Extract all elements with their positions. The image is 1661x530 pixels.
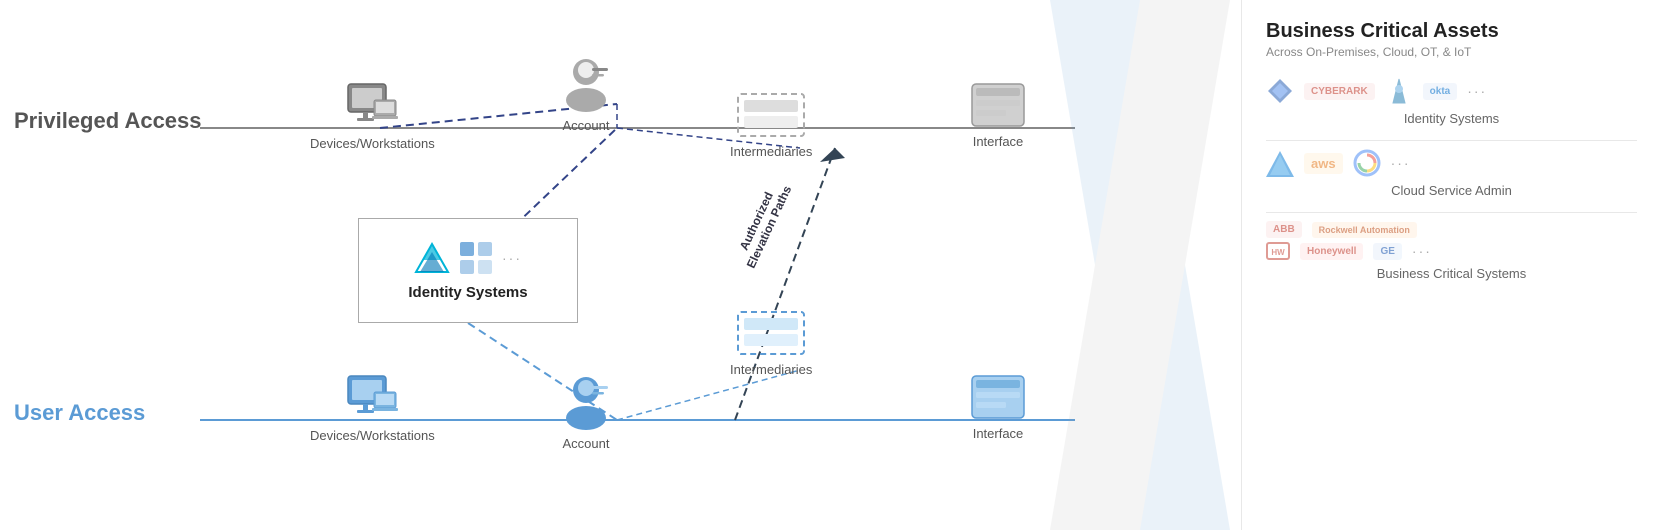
honeywell-logo: Honeywell — [1300, 243, 1363, 260]
priv-device-icon — [344, 82, 400, 130]
gcp-logo-icon — [1353, 149, 1381, 177]
panel-section-bcs: ABB Rockwell Automation HW Honeywell GE … — [1266, 221, 1637, 281]
divider-2 — [1266, 212, 1637, 213]
priv-device-node: Devices/Workstations — [310, 82, 435, 151]
cloud-logos-row: aws ··· — [1266, 149, 1637, 177]
rockwell-logo: Rockwell Automation — [1312, 222, 1417, 238]
user-access-label: User Access — [14, 400, 145, 426]
priv-device-label: Devices/Workstations — [310, 136, 435, 151]
user-interface-label: Interface — [973, 426, 1024, 441]
aws-logo: aws — [1304, 153, 1343, 174]
azure-logo-icon — [1266, 149, 1294, 177]
identity-more-dots: ··· — [502, 250, 522, 266]
bg-x-shape — [1050, 0, 1230, 530]
identity-systems-box: ··· Identity Systems — [358, 218, 578, 323]
bcs-logos-row-2: HW Honeywell GE ··· — [1266, 242, 1637, 260]
diagram-svg — [0, 0, 1230, 530]
panel-section-cloud: aws ··· Cloud Service Admin — [1266, 149, 1637, 198]
identity-grid-icon — [458, 240, 494, 276]
honeywell-logo-icon: HW — [1266, 242, 1290, 260]
priv-interface-label: Interface — [973, 134, 1024, 149]
priv-intermediaries-label: Intermediaries — [730, 144, 812, 159]
okta-logo: okta — [1423, 83, 1458, 100]
identity-section-title: Identity Systems — [1266, 111, 1637, 126]
user-intermediaries-node: Intermediaries — [730, 310, 812, 377]
user-account-icon — [560, 374, 612, 430]
identity-box-icons: ··· — [414, 240, 522, 276]
diagram-area: Privileged Access User Access — [0, 0, 1230, 530]
panel-subtitle: Across On-Premises, Cloud, OT, & IoT — [1266, 45, 1637, 59]
user-device-node: Devices/Workstations — [310, 374, 435, 443]
sailpoint-logo-icon — [1385, 77, 1413, 105]
priv-intermediaries-icon — [736, 92, 806, 138]
user-intermediaries-icon — [736, 310, 806, 356]
cyberark-logo: CYBERARK — [1304, 83, 1375, 100]
abb-logo: ABB — [1266, 221, 1302, 238]
cloud-section-title: Cloud Service Admin — [1266, 183, 1637, 198]
priv-interface-icon — [970, 82, 1026, 128]
user-interface-node: Interface — [970, 374, 1026, 441]
divider-1 — [1266, 140, 1637, 141]
cloud-logos-more: ··· — [1391, 155, 1411, 171]
priv-intermediaries-node: Intermediaries — [730, 92, 812, 159]
bcs-logos-row: ABB Rockwell Automation — [1266, 221, 1637, 238]
identity-systems-label: Identity Systems — [408, 284, 527, 301]
priv-account-node: Account — [560, 56, 612, 133]
priv-interface-node: Interface — [970, 82, 1026, 149]
priv-account-label: Account — [563, 118, 610, 133]
user-intermediaries-label: Intermediaries — [730, 362, 812, 377]
ping-logo-icon — [1266, 77, 1294, 105]
identity-logos-row: CYBERARK okta ··· — [1266, 77, 1637, 105]
priv-account-icon — [560, 56, 612, 112]
user-device-icon — [344, 374, 400, 422]
bcs-logos-more: ··· — [1412, 243, 1432, 259]
right-panel: Business Critical Assets Across On-Premi… — [1241, 0, 1661, 530]
elevation-label: Authorized Elevation Paths — [731, 178, 794, 271]
panel-section-identity: CYBERARK okta ··· Identity Systems — [1266, 77, 1637, 126]
identity-logos-more: ··· — [1467, 83, 1487, 99]
user-account-label: Account — [563, 436, 610, 451]
bcs-section-title: Business Critical Systems — [1266, 266, 1637, 281]
azure-icon — [414, 240, 450, 276]
privileged-access-label: Privileged Access — [14, 108, 202, 134]
user-device-label: Devices/Workstations — [310, 428, 435, 443]
user-account-node: Account — [560, 374, 612, 451]
user-interface-icon — [970, 374, 1026, 420]
svg-text:HW: HW — [1271, 248, 1285, 257]
ge-logo: GE — [1373, 243, 1401, 260]
panel-title: Business Critical Assets — [1266, 20, 1637, 43]
